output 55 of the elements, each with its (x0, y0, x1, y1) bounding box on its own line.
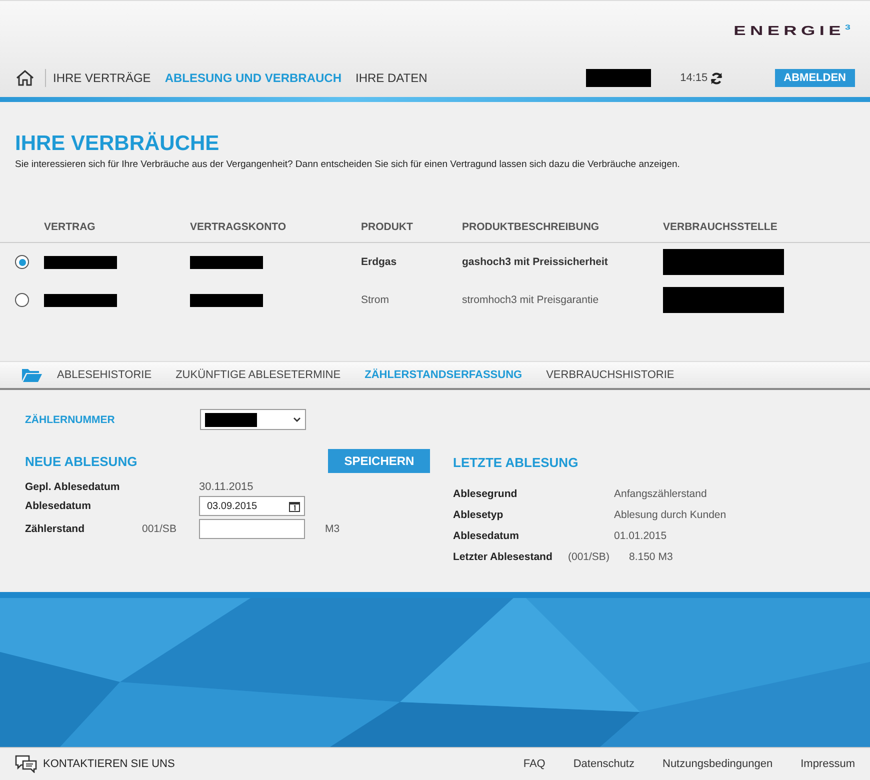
field-label: Gepl. Ablesedatum (25, 481, 121, 493)
field-label: Letzter Ablesestand (453, 551, 554, 563)
column-header: PRODUKTBESCHREIBUNG (462, 221, 600, 233)
redacted-block (586, 69, 652, 87)
date-field[interactable]: 03.09.2015 (199, 496, 305, 516)
column-header: PRODUKT (361, 221, 414, 233)
field-value: 8.150 M3 (629, 551, 674, 563)
page-title: IHRE VERBRÄUCHE (15, 132, 220, 156)
column-header: VERTRAG (44, 221, 96, 233)
unit-label: M3 (324, 523, 341, 535)
column-header: VERTRAGSKONTO (190, 221, 288, 233)
calendar-icon (289, 500, 300, 512)
field-label: Ablesedatum (453, 530, 520, 542)
field-value: 01.01.2015 (614, 530, 668, 542)
column-header: VERBRAUCHSSTELLE (663, 221, 778, 233)
table-cell-text: stromhoch3 mit Preisgarantie (462, 294, 600, 306)
table-cell-text: gashoch3 mit Preissicherheit (462, 256, 609, 268)
redacted-block (205, 412, 257, 426)
home-icon (15, 69, 35, 87)
session-time: 14:15 (680, 72, 708, 84)
field-value: 30.11.2015 (199, 481, 254, 493)
logo: ENERGIE$^{3}$ (733, 22, 850, 38)
table-cell-text: Erdgas (361, 256, 398, 268)
radio-button[interactable] (15, 293, 29, 307)
footer-link[interactable]: Nutzungsbedingungen (662, 758, 773, 770)
refresh-icon (710, 72, 723, 84)
caret-icon (293, 417, 301, 422)
home-button[interactable] (15, 69, 35, 87)
contact-link[interactable]: KONTAKTIEREN SIE UNS (15, 755, 175, 773)
meter-dropdown[interactable] (200, 409, 306, 430)
footer-link[interactable]: FAQ (523, 758, 546, 770)
tab[interactable]: ABLESEHISTORIE (57, 369, 152, 381)
field-label: ZÄHLERNUMMER (25, 414, 116, 426)
field-label: Zählerstand (25, 523, 86, 535)
reading-field[interactable] (199, 519, 305, 539)
radio-button[interactable] (15, 255, 29, 269)
section-title: LETZTE ABLESUNG (453, 455, 580, 470)
field-label: Ablesegrund (453, 488, 518, 500)
meter-code: 001/SB (142, 523, 178, 535)
tab[interactable]: ZUKÜNFTIGE ABLESETERMINE (176, 369, 341, 381)
tab[interactable]: VERBRAUCHSHISTORIE (546, 369, 674, 381)
chat-icon (15, 755, 37, 773)
meter-code: (001/SB) (568, 551, 610, 563)
nav-link[interactable]: IHRE VERTRÄGE (53, 71, 151, 85)
section-title: NEUE ABLESUNG (25, 454, 138, 468)
field-value: Anfangszählerstand (614, 488, 708, 500)
nav-link[interactable]: IHRE DATEN (355, 71, 428, 85)
intro-text: Sie interessieren sich für Ihre Verbräuche aus der Vergangenheit? Dann entscheiden Sie sich für einen Vertragund lassen sich dazu die Verbräuche anzeigen. (15, 159, 681, 170)
footer-link[interactable]: Impressum (800, 758, 855, 770)
field-value: Ablesung durch Kunden (614, 509, 728, 521)
footer-link[interactable]: Datenschutz (573, 758, 634, 770)
field-label: Ablesetyp (453, 509, 504, 521)
folder-icon (22, 368, 42, 382)
table-cell-text: Strom (361, 294, 390, 306)
field-label: Ablesedatum (25, 500, 92, 512)
